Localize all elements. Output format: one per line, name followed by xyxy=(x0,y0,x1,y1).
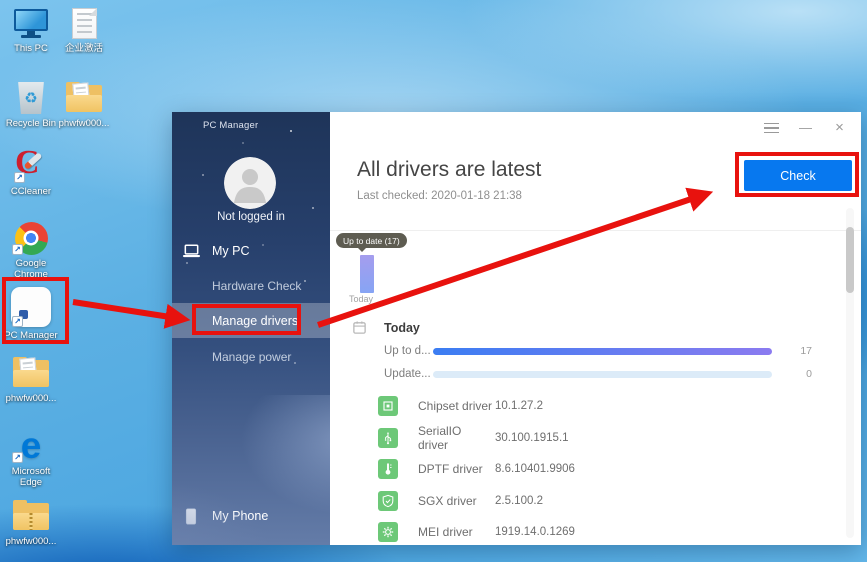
desktop-icon-label: Microsoft Edge xyxy=(3,467,59,489)
scrollbar-thumb[interactable] xyxy=(846,227,854,293)
driver-name: SGX driver xyxy=(418,494,493,508)
this-pc-icon xyxy=(11,5,51,41)
sidebar-item-my-pc[interactable]: My PC xyxy=(172,237,330,265)
desktop-icon-label: phwfw000... xyxy=(6,394,57,405)
folder-icon xyxy=(64,80,104,116)
sidebar-item-hardware-check[interactable]: Hardware Check xyxy=(172,274,330,298)
driver-version: 2.5.100.2 xyxy=(495,495,543,507)
driver-row: SGX driver 2.5.100.2 xyxy=(378,491,543,511)
driver-version: 8.6.10401.9906 xyxy=(495,463,575,475)
sidebar-item-manage-power[interactable]: Manage power xyxy=(172,345,330,369)
sidebar-item-label: My PC xyxy=(212,244,250,258)
stat-value-up-to-date: 17 xyxy=(782,345,812,357)
driver-name: DPTF driver xyxy=(418,462,493,476)
driver-version: 30.100.1915.1 xyxy=(495,432,569,444)
driver-row: SerialIO driver 30.100.1915.1 xyxy=(378,428,569,448)
minimize-icon[interactable]: — xyxy=(798,121,813,135)
user-avatar-icon xyxy=(224,157,276,209)
edge-icon: e ↗ xyxy=(11,428,51,464)
driver-name: MEI driver xyxy=(418,525,493,539)
driver-name: Chipset driver xyxy=(418,399,493,413)
chrome-icon: ↗ xyxy=(11,220,51,256)
desktop-icon-activation-doc[interactable]: 企业激活 xyxy=(56,5,112,55)
text-document-icon xyxy=(64,5,104,41)
annotation-box-manage-drivers xyxy=(192,304,301,335)
desktop-icon-recycle-bin[interactable]: ♻ Recycle Bin xyxy=(3,80,59,130)
calendar-icon xyxy=(352,320,367,335)
stars-decoration xyxy=(172,112,174,114)
desktop-icon-folder-1[interactable]: phwfw000... xyxy=(56,80,112,130)
sidebar-item-label: Manage power xyxy=(212,350,291,364)
sidebar-item-label: Hardware Check xyxy=(212,279,301,293)
section-heading-today: Today xyxy=(384,321,420,335)
window-controls: — × xyxy=(764,121,847,135)
driver-row: MEI driver 1919.14.0.1269 xyxy=(378,522,575,542)
annotation-box-check-button xyxy=(735,152,859,197)
menu-icon[interactable] xyxy=(764,121,779,135)
recycle-bin-icon: ♻ xyxy=(11,80,51,116)
stat-label-up-to-date: Up to d... xyxy=(384,345,431,357)
desktop-icon-folder-2[interactable]: phwfw000... xyxy=(3,355,59,405)
zip-folder-icon xyxy=(11,498,51,534)
desktop-icon-label: 企业激活 xyxy=(65,44,103,55)
shortcut-arrow-icon: ↗ xyxy=(12,452,23,463)
stat-bar-up-to-date xyxy=(433,348,772,355)
driver-name: SerialIO driver xyxy=(418,424,493,452)
phone-icon xyxy=(185,507,197,526)
desktop-icon-microsoft-edge[interactable]: e ↗ Microsoft Edge xyxy=(3,428,59,489)
folder-icon xyxy=(11,355,51,391)
sidebar-item-label: My Phone xyxy=(212,509,268,523)
shortcut-arrow-icon: ↗ xyxy=(12,244,23,255)
stat-bar-updateable xyxy=(433,371,772,378)
stat-value-updateable: 0 xyxy=(782,368,812,380)
last-checked-text: Last checked: 2020-01-18 21:38 xyxy=(357,190,522,202)
desktop-icon-ccleaner[interactable]: C ↗ CCleaner xyxy=(3,148,59,198)
chart-tooltip: Up to date (17) xyxy=(336,233,407,248)
avatar[interactable] xyxy=(224,157,276,209)
desktop-icon-label: CCleaner xyxy=(11,187,51,198)
page-title: All drivers are latest xyxy=(357,158,541,182)
driver-version: 10.1.27.2 xyxy=(495,400,543,412)
laptop-icon xyxy=(182,243,201,259)
sidebar-item-my-phone[interactable]: My Phone xyxy=(172,502,330,530)
desktop-icon-zip-folder[interactable]: phwfw000... xyxy=(3,498,59,548)
chart-bar-label: Today xyxy=(349,294,373,304)
chart-bar xyxy=(360,255,374,293)
desktop-icon-label: phwfw000... xyxy=(6,537,57,548)
desktop-icon-label: Recycle Bin xyxy=(6,119,56,130)
ccleaner-icon: C ↗ xyxy=(11,148,51,184)
stat-label-updateable: Update... xyxy=(384,368,431,380)
driver-version: 1919.14.0.1269 xyxy=(495,526,575,538)
driver-row: Chipset driver 10.1.27.2 xyxy=(378,396,543,416)
usb-icon xyxy=(378,428,398,448)
chipset-icon xyxy=(378,396,398,416)
shield-check-icon xyxy=(378,491,398,511)
desktop-icon-label: This PC xyxy=(14,44,48,55)
desktop-icon-label: phwfw000... xyxy=(59,119,110,130)
driver-row: DPTF driver 8.6.10401.9906 xyxy=(378,459,575,479)
shortcut-arrow-icon: ↗ xyxy=(14,172,25,183)
window-title: PC Manager xyxy=(203,120,258,131)
desktop-icon-this-pc[interactable]: This PC xyxy=(3,5,59,55)
gear-icon xyxy=(378,522,398,542)
login-status: Not logged in xyxy=(172,211,330,223)
divider xyxy=(330,230,861,231)
thermometer-icon xyxy=(378,459,398,479)
desktop-icon-google-chrome[interactable]: ↗ Google Chrome xyxy=(3,220,59,281)
annotation-box-pc-manager-icon xyxy=(2,277,69,344)
close-icon[interactable]: × xyxy=(832,121,847,135)
